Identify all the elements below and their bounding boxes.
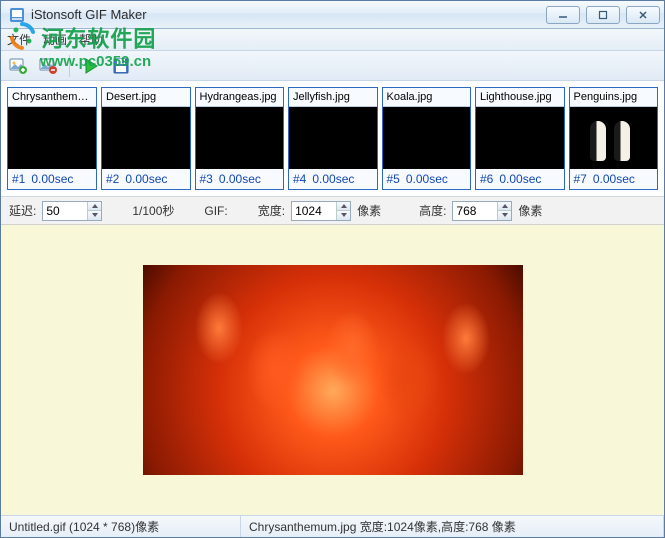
frame-item[interactable]: Jellyfish.jpg #40.00sec	[288, 87, 378, 190]
statusbar: Untitled.gif (1024 * 768)像素 Chrysanthemu…	[1, 515, 664, 537]
frame-thumbnail	[102, 107, 190, 169]
save-button[interactable]	[110, 55, 132, 77]
preview-canvas	[143, 227, 523, 507]
px-label: 像素	[357, 202, 381, 219]
frame-item[interactable]: Hydrangeas.jpg #30.00sec	[195, 87, 285, 190]
width-input[interactable]	[292, 202, 336, 220]
height-label: 高度:	[419, 202, 446, 219]
spin-up-icon[interactable]	[498, 202, 511, 211]
frame-info: #70.00sec	[570, 169, 658, 189]
frame-filename: Chrysanthemum	[8, 88, 96, 107]
play-button[interactable]	[80, 55, 102, 77]
frame-thumbnail	[383, 107, 471, 169]
toolbar	[1, 51, 664, 81]
frame-filename: Hydrangeas.jpg	[196, 88, 284, 107]
frame-item[interactable]: Lighthouse.jpg #60.00sec	[475, 87, 565, 190]
minimize-button[interactable]	[546, 6, 580, 24]
frame-info: #50.00sec	[383, 169, 471, 189]
frame-filename: Jellyfish.jpg	[289, 88, 377, 107]
controls-row: 延迟: 1/100秒 GIF: 宽度: 像素 高度: 像素	[1, 197, 664, 225]
width-label: 宽度:	[258, 202, 285, 219]
spin-down-icon[interactable]	[498, 211, 511, 220]
frame-info: #30.00sec	[196, 169, 284, 189]
delay-spinner[interactable]	[42, 201, 102, 221]
app-icon	[9, 7, 25, 23]
frame-info: #10.00sec	[8, 169, 96, 189]
add-image-button[interactable]	[7, 55, 29, 77]
frame-info: #60.00sec	[476, 169, 564, 189]
frame-filename: Penguins.jpg	[570, 88, 658, 107]
toolbar-separator	[69, 55, 70, 77]
frame-thumbnail	[476, 107, 564, 169]
status-file: Untitled.gif (1024 * 768)像素	[1, 516, 241, 537]
frame-info: #20.00sec	[102, 169, 190, 189]
delay-label: 延迟:	[9, 202, 36, 219]
frames-list: Chrysanthemum #10.00sec Desert.jpg #20.00se…	[1, 81, 664, 197]
spin-down-icon[interactable]	[337, 211, 350, 220]
frame-filename: Koala.jpg	[383, 88, 471, 107]
frame-thumbnail	[196, 107, 284, 169]
delay-input[interactable]	[43, 202, 87, 220]
width-spinner[interactable]	[291, 201, 351, 221]
px-label: 像素	[518, 202, 542, 219]
frame-filename: Lighthouse.jpg	[476, 88, 564, 107]
frame-filename: Desert.jpg	[102, 88, 190, 107]
preview-image	[143, 265, 523, 475]
app-window: iStonsoft GIF Maker 文件 动画 帮助 Chrysanthem…	[0, 0, 665, 538]
spin-up-icon[interactable]	[337, 202, 350, 211]
frame-thumbnail	[570, 107, 658, 169]
menubar: 文件 动画 帮助	[1, 29, 664, 51]
frame-item[interactable]: Chrysanthemum #10.00sec	[7, 87, 97, 190]
menu-file[interactable]: 文件	[7, 31, 31, 48]
height-spinner[interactable]	[452, 201, 512, 221]
preview-area	[1, 225, 664, 515]
close-button[interactable]	[626, 6, 660, 24]
frame-info: #40.00sec	[289, 169, 377, 189]
window-title: iStonsoft GIF Maker	[31, 7, 546, 22]
frame-thumbnail	[8, 107, 96, 169]
maximize-button[interactable]	[586, 6, 620, 24]
menu-animation[interactable]: 动画	[43, 31, 67, 48]
spin-up-icon[interactable]	[88, 202, 101, 211]
status-frame: Chrysanthemum.jpg 宽度:1024像素,高度:768 像素	[241, 516, 664, 537]
menu-help[interactable]: 帮助	[79, 31, 103, 48]
frame-item[interactable]: Penguins.jpg #70.00sec	[569, 87, 659, 190]
frame-item[interactable]: Desert.jpg #20.00sec	[101, 87, 191, 190]
gif-label: GIF:	[204, 204, 227, 218]
remove-image-button[interactable]	[37, 55, 59, 77]
titlebar: iStonsoft GIF Maker	[1, 1, 664, 29]
height-input[interactable]	[453, 202, 497, 220]
unit-label: 1/100秒	[132, 202, 174, 219]
frame-item[interactable]: Koala.jpg #50.00sec	[382, 87, 472, 190]
frame-thumbnail	[289, 107, 377, 169]
spin-down-icon[interactable]	[88, 211, 101, 220]
